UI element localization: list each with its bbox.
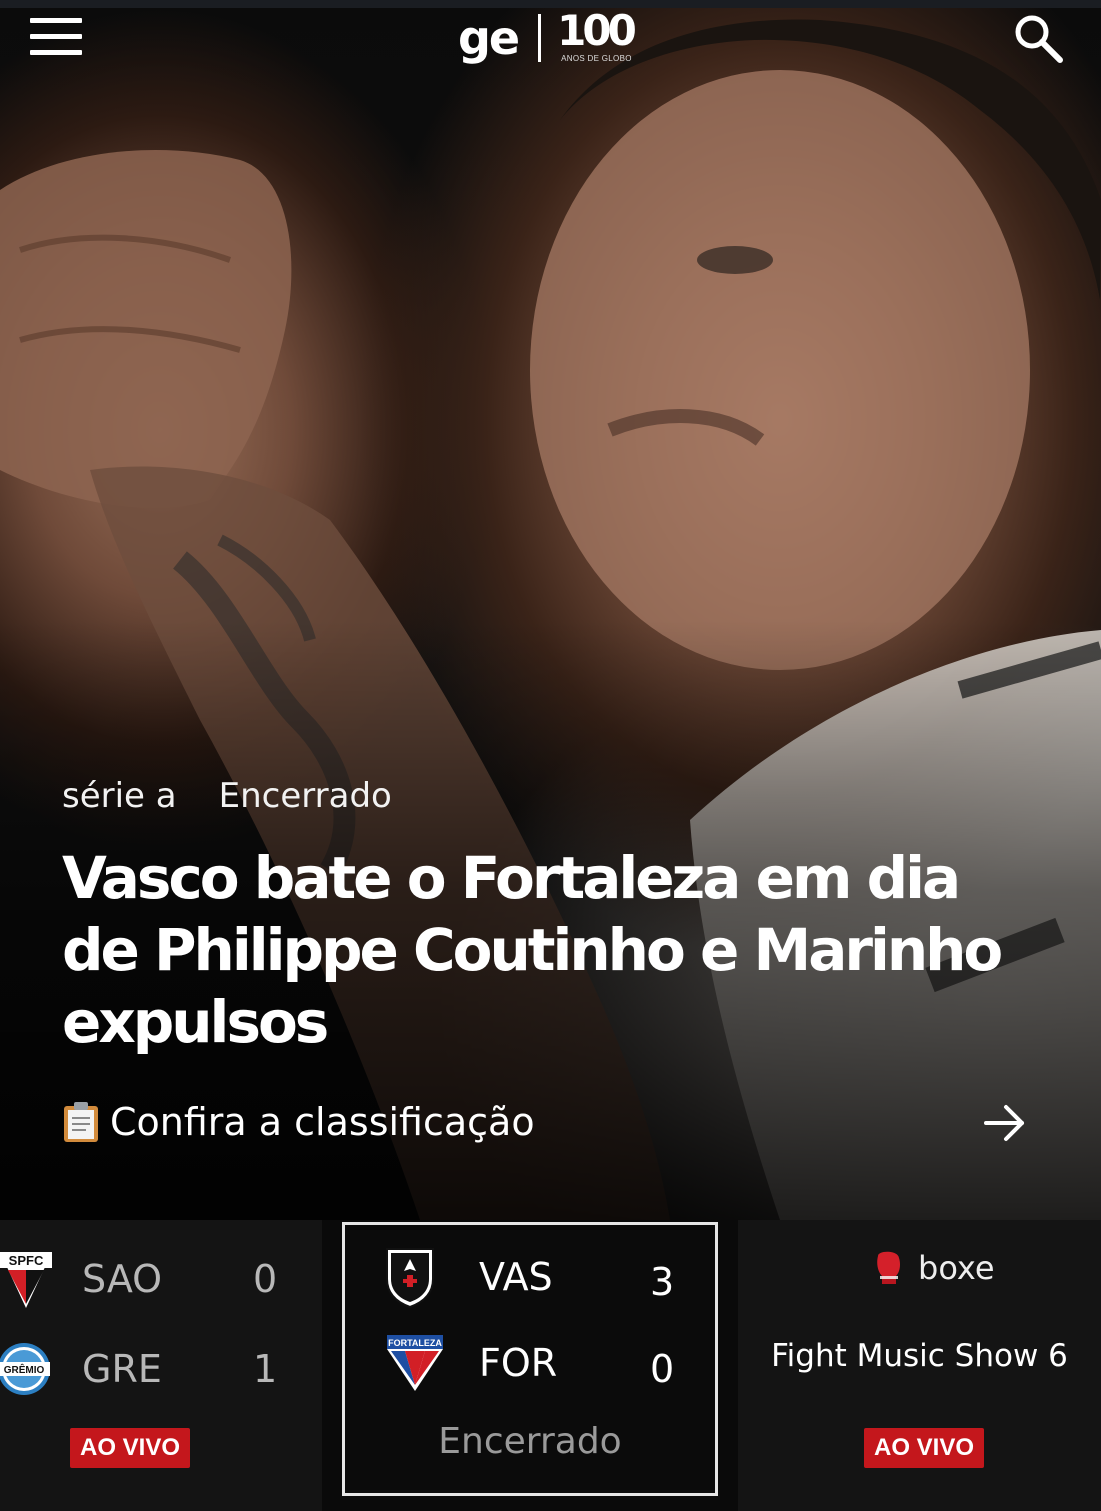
standings-link-label: Confira a classificação: [110, 1100, 535, 1144]
article-headline[interactable]: Vasco bate o Fortaleza em dia de Philipp…: [62, 842, 1022, 1058]
event-category: boxe: [872, 1248, 995, 1288]
centenary-subtitle: ANOS DE GLOBO: [561, 54, 632, 63]
ge-logo[interactable]: ge 100 ANOS DE GLOBO: [458, 6, 639, 68]
match-card-vas-for[interactable]: VAS 3 FORTALEZA FOR 0 Encerrado: [342, 1222, 718, 1496]
team-score: 3: [650, 1260, 675, 1304]
match-status: Encerrado: [438, 1421, 622, 1462]
article-meta: série a Encerrado: [62, 776, 392, 816]
event-card-boxe[interactable]: boxe Fight Music Show 6 AO VIVO: [738, 1220, 1101, 1511]
top-bar: ge 100 ANOS DE GLOBO: [0, 0, 1101, 80]
logo-ge-text: ge: [458, 11, 520, 65]
live-badge: AO VIVO: [70, 1428, 191, 1468]
arrow-right-icon[interactable]: [982, 1100, 1028, 1146]
hamburger-icon[interactable]: [30, 18, 82, 58]
team-abbr: SAO: [82, 1257, 163, 1301]
article-category[interactable]: série a: [62, 776, 177, 816]
article-status: Encerrado: [218, 776, 392, 816]
fortaleza-crest-icon: FORTALEZA: [387, 1335, 443, 1391]
team-row: GRÊMIO GRE: [0, 1338, 162, 1400]
spfc-crest-text: SPFC: [9, 1253, 44, 1268]
team-abbr: GRE: [82, 1347, 162, 1391]
team-score: 0: [253, 1257, 278, 1301]
status-strip: [0, 0, 1101, 8]
logo-divider: [538, 14, 542, 62]
team-row: SPFC SAO: [0, 1248, 162, 1310]
live-badge: AO VIVO: [864, 1428, 985, 1468]
team-row: FORTALEZA FOR: [385, 1333, 557, 1393]
boxing-glove-icon: [877, 1251, 900, 1284]
standings-link[interactable]: Confira a classificação: [62, 1094, 1032, 1150]
centenary-logo: 100 ANOS DE GLOBO: [557, 6, 639, 66]
gremio-crest-icon: GRÊMIO: [0, 1343, 50, 1395]
event-category-label: boxe: [918, 1249, 995, 1287]
spfc-crest-icon: SPFC: [0, 1252, 52, 1308]
team-score: 1: [253, 1347, 278, 1391]
team-abbr: FOR: [479, 1341, 558, 1385]
team-row: VAS: [383, 1245, 553, 1309]
match-card-sao-gre[interactable]: SPFC SAO 0 GRÊMIO GRE 1 AO VIVO: [0, 1220, 322, 1511]
clipboard-icon: [62, 1100, 102, 1144]
event-title: Fight Music Show 6: [771, 1338, 1068, 1374]
team-score: 0: [650, 1347, 675, 1391]
centenary-number: 100: [557, 6, 637, 55]
team-abbr: VAS: [479, 1255, 553, 1299]
fortaleza-crest-text: FORTALEZA: [388, 1338, 442, 1348]
score-strip: SPFC SAO 0 GRÊMIO GRE 1 AO VIVO VAS 3 FO…: [0, 1220, 1101, 1511]
vasco-crest-icon: [386, 1248, 434, 1309]
gremio-crest-text: GRÊMIO: [4, 1363, 45, 1376]
page: ge 100 ANOS DE GLOBO série a Encerrado V…: [0, 0, 1101, 1511]
search-icon[interactable]: [1012, 12, 1066, 66]
